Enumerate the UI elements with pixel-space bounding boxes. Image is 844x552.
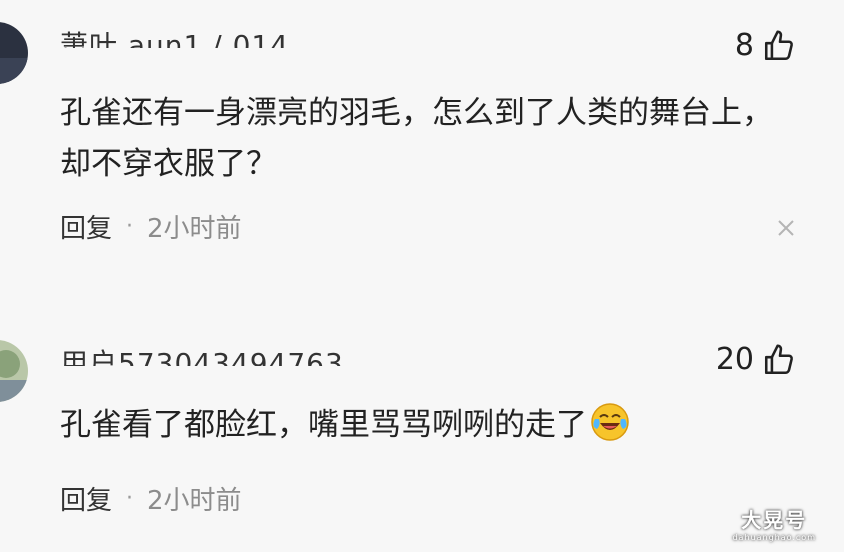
- comment-footer: 回复 · 2小时前: [60, 208, 242, 245]
- laughing-crying-emoji-icon: [591, 403, 629, 441]
- watermark-sub: dahuanghao.com: [732, 533, 816, 542]
- timestamp: 2小时前: [147, 214, 242, 244]
- thumbs-up-icon: [764, 30, 793, 60]
- username[interactable]: 用户573043494763: [60, 346, 344, 366]
- avatar[interactable]: [0, 340, 28, 402]
- timestamp: 2小时前: [147, 486, 242, 516]
- avatar[interactable]: [0, 22, 28, 84]
- watermark: 大晃号 dahuanghao.com: [732, 504, 816, 542]
- thumbs-up-icon: [764, 344, 793, 374]
- like-count: 8: [734, 28, 754, 63]
- close-icon[interactable]: [776, 218, 796, 238]
- comment-text-content: 孔雀看了都脸红，嘴里骂骂咧咧的走了: [60, 407, 587, 443]
- like-button[interactable]: 8: [735, 28, 796, 63]
- reply-button[interactable]: 回复: [60, 480, 112, 517]
- like-button[interactable]: 20: [716, 342, 796, 377]
- username[interactable]: 萧叶 aun1 / 014: [60, 28, 289, 48]
- comment-footer: 回复 · 2小时前: [60, 480, 242, 517]
- like-count: 20: [715, 342, 754, 377]
- reply-button[interactable]: 回复: [60, 208, 112, 245]
- watermark-main: 大晃号: [741, 508, 808, 532]
- separator-dot: ·: [126, 486, 134, 511]
- separator-dot: ·: [126, 214, 134, 239]
- comment-text: 孔雀还有一身漂亮的羽毛，怎么到了人类的舞台上，却不穿衣服了？: [60, 95, 773, 182]
- comment-text: 孔雀看了都脸红，嘴里骂骂咧咧的走了: [60, 400, 790, 451]
